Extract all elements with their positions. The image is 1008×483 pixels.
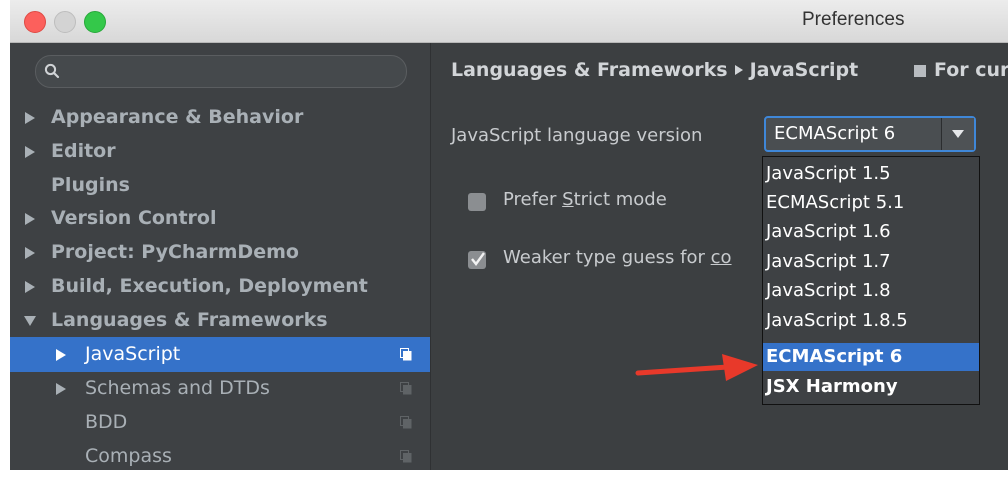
breadcrumb-item: JavaScript xyxy=(749,59,859,81)
sidebar-item-label: Languages & Frameworks xyxy=(51,309,328,331)
project-scope-icon xyxy=(914,65,926,77)
sidebar-item-plugins[interactable]: Plugins xyxy=(10,168,430,203)
sidebar-item-label: JavaScript xyxy=(85,343,181,365)
title-bar: Preferences xyxy=(10,0,1008,43)
weaker-type-guess-checkbox[interactable] xyxy=(468,251,486,269)
sidebar-item-label: Schemas and DTDs xyxy=(85,377,270,399)
dropdown-option[interactable]: JavaScript 1.7 xyxy=(763,248,979,276)
sidebar-item-label: Appearance & Behavior xyxy=(51,106,304,128)
sidebar-item-label: Editor xyxy=(51,140,116,162)
dropdown-option[interactable]: JavaScript 1.5 xyxy=(763,160,979,188)
collapse-arrow-icon[interactable] xyxy=(24,303,40,338)
expand-arrow-icon[interactable] xyxy=(24,269,40,304)
settings-sidebar: Appearance & Behavior Editor Plugins Ver… xyxy=(10,43,431,470)
dropdown-option[interactable]: ECMAScript 5.1 xyxy=(763,189,979,217)
dropdown-option[interactable]: JavaScript 1.8 xyxy=(763,277,979,305)
breadcrumb-item[interactable]: Languages & Frameworks xyxy=(451,59,728,81)
language-version-value: ECMAScript 6 xyxy=(774,123,896,144)
breadcrumb-separator-icon xyxy=(734,65,743,75)
expand-arrow-icon[interactable] xyxy=(55,371,71,406)
dropdown-option[interactable]: JSX Harmony xyxy=(763,373,979,401)
scope-note: For cur xyxy=(914,59,1008,81)
sidebar-item-javascript[interactable]: JavaScript xyxy=(10,337,430,372)
breadcrumb: Languages & Frameworks JavaScript xyxy=(451,59,858,81)
annotation-arrow-icon xyxy=(635,354,758,381)
checkmark-icon xyxy=(471,252,485,266)
expand-arrow-icon[interactable] xyxy=(24,235,40,270)
expand-arrow-icon[interactable] xyxy=(24,134,40,169)
sidebar-item-compass[interactable]: Compass xyxy=(10,439,430,470)
minimize-window-button[interactable] xyxy=(54,11,76,33)
window-title: Preferences xyxy=(802,9,905,30)
settings-search-input[interactable] xyxy=(35,55,407,88)
sidebar-item-languages-frameworks[interactable]: Languages & Frameworks xyxy=(10,303,430,338)
sidebar-item-label: Build, Execution, Deployment xyxy=(51,275,368,297)
sidebar-item-bdd[interactable]: BDD xyxy=(10,405,430,440)
sidebar-item-appearance-behavior[interactable]: Appearance & Behavior xyxy=(10,100,430,135)
sidebar-item-build-execution-deployment[interactable]: Build, Execution, Deployment xyxy=(10,269,430,304)
expand-arrow-icon[interactable] xyxy=(55,337,71,372)
mnemonic: co xyxy=(710,247,732,268)
scope-note-text: For cur xyxy=(934,59,1008,81)
label-part: Weaker type guess for xyxy=(503,247,711,268)
expand-arrow-icon[interactable] xyxy=(24,100,40,135)
settings-content-panel: Languages & Frameworks JavaScript For cur… xyxy=(431,43,1008,470)
preferences-window: Preferences Appearance & Behavior Editor… xyxy=(10,0,1008,470)
label-part: trict mode xyxy=(573,189,667,210)
dropdown-option-selected[interactable]: ECMAScript 6 xyxy=(763,343,979,371)
sidebar-item-project[interactable]: Project: PyCharmDemo xyxy=(10,235,430,270)
language-version-label: JavaScript language version xyxy=(451,125,703,146)
language-version-select[interactable]: ECMAScript 6 xyxy=(764,116,976,152)
dropdown-toggle[interactable] xyxy=(941,118,974,150)
project-settings-icon xyxy=(400,348,412,361)
close-window-button[interactable] xyxy=(24,11,46,33)
maximize-window-button[interactable] xyxy=(84,11,106,33)
project-settings-icon xyxy=(400,416,412,429)
sidebar-item-editor[interactable]: Editor xyxy=(10,134,430,169)
sidebar-item-label: Plugins xyxy=(51,174,130,196)
search-icon xyxy=(44,63,60,79)
project-settings-icon xyxy=(400,382,412,395)
project-settings-icon xyxy=(400,450,412,463)
prefer-strict-label: Prefer Strict mode xyxy=(503,189,667,210)
sidebar-item-label: BDD xyxy=(85,411,128,433)
sidebar-item-label: Project: PyCharmDemo xyxy=(51,241,299,263)
sidebar-item-version-control[interactable]: Version Control xyxy=(10,201,430,236)
dropdown-option[interactable]: JavaScript 1.6 xyxy=(763,218,979,246)
prefer-strict-checkbox[interactable] xyxy=(468,193,486,211)
dropdown-option[interactable]: JavaScript 1.8.5 xyxy=(763,307,979,335)
mnemonic: S xyxy=(562,189,574,210)
language-version-dropdown-list: JavaScript 1.5 ECMAScript 5.1 JavaScript… xyxy=(762,156,980,405)
sidebar-item-schemas-dtds[interactable]: Schemas and DTDs xyxy=(10,371,430,406)
chevron-down-icon xyxy=(952,130,964,138)
label-part: Prefer xyxy=(503,189,563,210)
sidebar-item-label: Version Control xyxy=(51,207,217,229)
sidebar-item-label: Compass xyxy=(85,445,172,467)
expand-arrow-icon[interactable] xyxy=(24,201,40,236)
weaker-type-guess-label: Weaker type guess for co xyxy=(503,247,732,268)
